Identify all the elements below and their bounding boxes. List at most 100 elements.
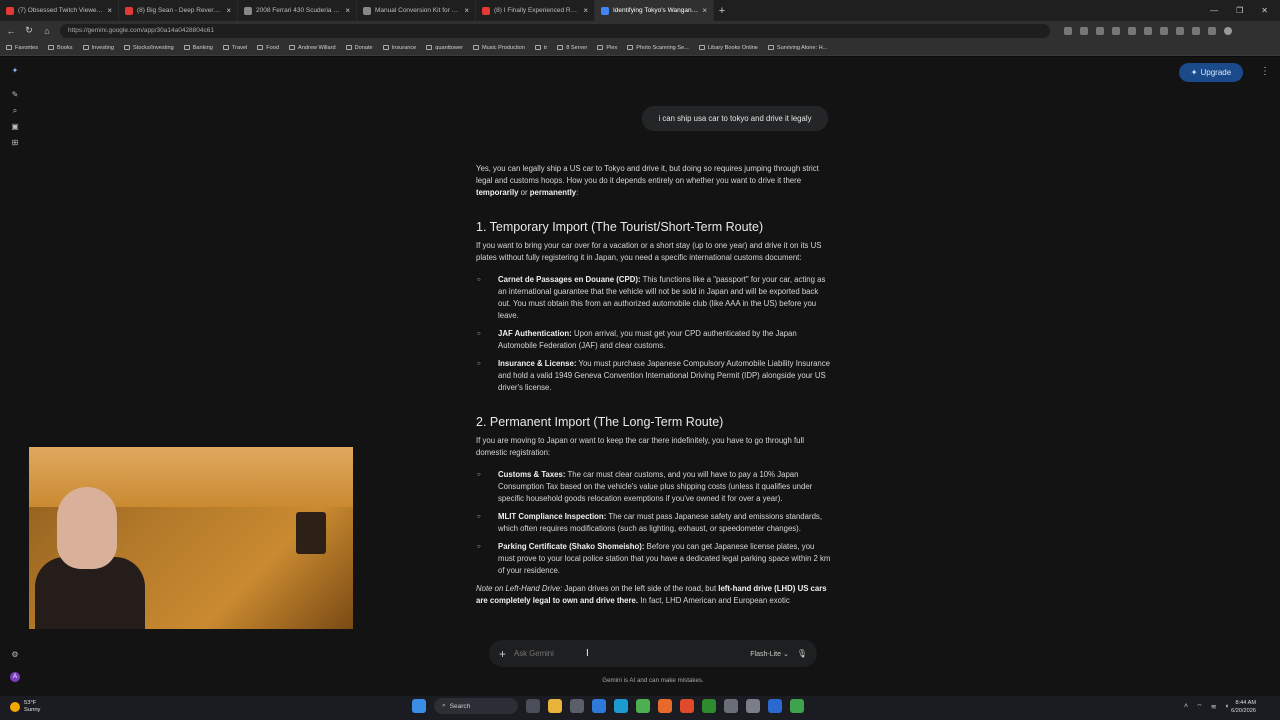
- close-tab-icon[interactable]: ×: [345, 6, 350, 15]
- network-icon[interactable]: ⌔: [1196, 703, 1203, 712]
- new-chat-icon[interactable]: ✎: [10, 90, 20, 100]
- settings-icon[interactable]: ⚙: [10, 650, 20, 660]
- chrome-icon[interactable]: [636, 699, 650, 713]
- user-message: i can ship usa car to tokyo and drive it…: [642, 106, 828, 131]
- bookmark-item[interactable]: Food: [257, 45, 279, 51]
- model-selector[interactable]: Flash-Lite ⌄: [750, 650, 789, 658]
- bookmark-item[interactable]: Photo Scanning Se...: [627, 45, 689, 51]
- folder-icon: [82, 45, 89, 50]
- gems-icon[interactable]: ▣: [10, 122, 20, 132]
- bookmark-item[interactable]: Surviving Alone: H...: [767, 45, 827, 51]
- bookmark-item[interactable]: Favorites: [6, 45, 38, 51]
- window-controls: — ❐ ✕: [1210, 6, 1280, 15]
- bookmark-item[interactable]: quanttower: [426, 45, 463, 51]
- extension-icon[interactable]: [1112, 26, 1120, 35]
- webcam-overlay: [29, 447, 353, 629]
- browser-tab[interactable]: (8) Big Sean - Deep Reverence ×: [119, 0, 238, 21]
- bookmark-item[interactable]: Music Production: [472, 45, 525, 51]
- browser-tab[interactable]: (7) Obsessed Twitch Viewer Arre...×: [0, 0, 119, 21]
- intro-paragraph: Yes, you can legally ship a US car to To…: [476, 164, 819, 197]
- extension-icon[interactable]: [1064, 26, 1072, 35]
- extension-icon[interactable]: [1080, 26, 1088, 35]
- windows-start-icon[interactable]: [412, 699, 426, 713]
- bookmark-icon: [627, 45, 634, 50]
- apps-icon[interactable]: ⊞: [10, 138, 20, 148]
- maximize-icon[interactable]: ❐: [1236, 6, 1243, 15]
- close-tab-icon[interactable]: ×: [583, 6, 588, 15]
- search-icon: ⌕: [442, 702, 446, 709]
- account-avatar[interactable]: A: [10, 672, 20, 682]
- more-options-icon[interactable]: ⋮: [1260, 66, 1270, 77]
- taskbar-search[interactable]: ⌕ Search: [434, 698, 518, 714]
- weather-widget[interactable]: 53°F Sunny: [10, 700, 40, 714]
- brave-icon[interactable]: [680, 699, 694, 713]
- chrome-icon[interactable]: [790, 699, 804, 713]
- sun-icon: [10, 702, 20, 712]
- bookmark-item[interactable]: Libary Books Online: [698, 45, 758, 51]
- bookmark-item[interactable]: Books: [48, 45, 73, 51]
- back-icon[interactable]: ←: [6, 26, 16, 36]
- minimize-icon[interactable]: —: [1210, 6, 1218, 15]
- taskbar-app-icon[interactable]: [526, 699, 540, 713]
- address-bar-row: ← ↻ ⌂ https://gemini.google.com/app/30a1…: [0, 21, 1280, 40]
- xbox-icon[interactable]: [702, 699, 716, 713]
- add-attachment-icon[interactable]: +: [499, 647, 506, 661]
- microphone-icon[interactable]: 🎙: [797, 649, 807, 658]
- upgrade-button[interactable]: ✦ Upgrade: [1179, 63, 1243, 82]
- extension-icon[interactable]: [1160, 26, 1168, 35]
- tab-favicon-icon: [482, 6, 490, 15]
- close-tab-icon[interactable]: ×: [107, 6, 112, 15]
- list-item: MLIT Compliance Inspection: The car must…: [476, 511, 832, 535]
- taskbar-app-icon[interactable]: [746, 699, 760, 713]
- bookmark-item[interactable]: Andrew Willard: [289, 45, 336, 51]
- taskbar-app-icon[interactable]: [592, 699, 606, 713]
- tab-favicon-icon: [125, 6, 133, 15]
- close-tab-icon[interactable]: ×: [464, 6, 469, 15]
- folder-icon: [382, 45, 389, 50]
- browser-tab-active[interactable]: Identifying Tokyo's Wangan Expr...×: [595, 0, 714, 21]
- firefox-icon[interactable]: [658, 699, 672, 713]
- refresh-icon[interactable]: ↻: [24, 25, 34, 36]
- bookmark-item[interactable]: Stocks/Investing: [123, 45, 174, 51]
- bookmark-item[interactable]: Banking: [183, 45, 213, 51]
- bookmark-item[interactable]: Donate: [345, 45, 373, 51]
- bookmark-item[interactable]: Plex: [597, 45, 617, 51]
- tab-bar: (7) Obsessed Twitch Viewer Arre...× (8) …: [0, 0, 1280, 21]
- profile-avatar-icon[interactable]: [1224, 26, 1232, 35]
- extension-icon[interactable]: [1144, 26, 1152, 35]
- bookmark-item[interactable]: Insurance: [382, 45, 416, 51]
- extension-icon[interactable]: [1128, 26, 1136, 35]
- extension-icon[interactable]: [1208, 26, 1216, 35]
- search-icon[interactable]: ⌕: [10, 106, 20, 116]
- taskbar-app-icon[interactable]: [724, 699, 738, 713]
- browser-tab[interactable]: 2008 Ferrari 430 Scuderia 6-Speed×: [238, 0, 357, 21]
- browser-tab[interactable]: (8) I Finally Experienced REAL Stree...×: [476, 0, 595, 21]
- taskbar-clock[interactable]: 8:44 AM 6/20/2026: [1231, 699, 1256, 715]
- extension-icon[interactable]: [1176, 26, 1184, 35]
- note-paragraph: Note on Left-Hand Drive: Japan drives on…: [476, 584, 827, 605]
- close-tab-icon[interactable]: ×: [226, 6, 231, 15]
- home-icon[interactable]: ⌂: [42, 26, 52, 36]
- list-item: Parking Certificate (Shako Shomeisho): B…: [476, 541, 832, 577]
- extension-icon[interactable]: [1096, 26, 1104, 35]
- wifi-icon[interactable]: ≋: [1211, 703, 1217, 712]
- chevron-up-icon[interactable]: ˄: [1184, 703, 1188, 712]
- extension-icon[interactable]: [1192, 26, 1200, 35]
- volume-icon[interactable]: ◖: [1225, 703, 1229, 712]
- file-explorer-icon[interactable]: [548, 699, 562, 713]
- browser-tab[interactable]: Manual Conversion Kit for Ferrari×: [357, 0, 476, 21]
- prompt-input[interactable]: [514, 649, 743, 658]
- close-window-icon[interactable]: ✕: [1261, 6, 1268, 15]
- url-field[interactable]: https://gemini.google.com/app/30a14a0428…: [60, 23, 1050, 38]
- bookmark-item[interactable]: Investing: [82, 45, 114, 51]
- new-tab-button[interactable]: +: [714, 5, 730, 17]
- bookmark-item[interactable]: Travel: [222, 45, 247, 51]
- folder-icon: [472, 45, 479, 50]
- close-tab-icon[interactable]: ×: [702, 6, 707, 15]
- taskbar-app-icon[interactable]: [570, 699, 584, 713]
- taskbar-app-icon[interactable]: [768, 699, 782, 713]
- edge-icon[interactable]: [614, 699, 628, 713]
- gemini-sparkle-icon[interactable]: ✦: [10, 66, 20, 76]
- bookmark-item[interactable]: tr: [534, 45, 547, 51]
- bookmark-item[interactable]: 8 Server: [557, 45, 587, 51]
